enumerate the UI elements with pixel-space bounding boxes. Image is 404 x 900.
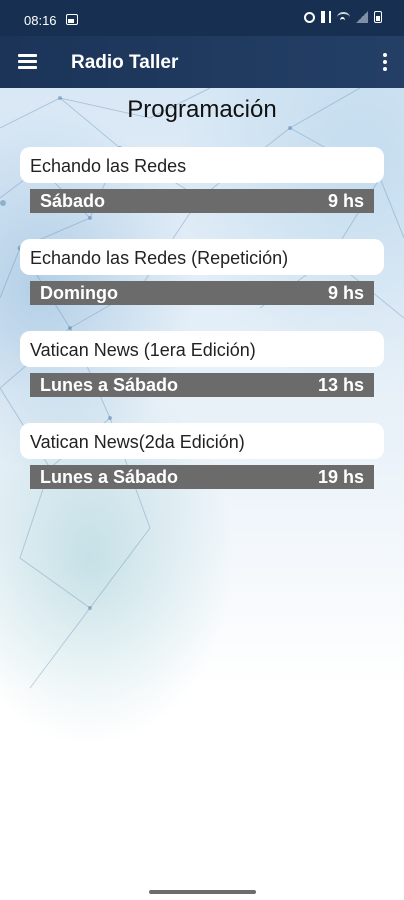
wifi-icon xyxy=(337,11,350,23)
program-hour: 13 hs xyxy=(317,375,364,395)
app-title: Radio Taller xyxy=(71,52,179,73)
more-vert-icon[interactable] xyxy=(380,50,390,74)
program-day: Lunes a Sábado xyxy=(40,467,179,487)
program-schedule-row: Domingo 9 hs xyxy=(30,281,374,305)
program-schedule-row: Sábado 9 hs xyxy=(30,189,374,213)
app-bar: Radio Taller xyxy=(0,36,404,88)
program-name: Echando las Redes (Repetición) xyxy=(20,239,384,275)
program-hour: 9 hs xyxy=(327,283,364,303)
signal-icon xyxy=(356,11,368,23)
program-day: Domingo xyxy=(40,283,118,303)
hamburger-menu-icon[interactable] xyxy=(16,50,40,74)
home-gesture-pill[interactable] xyxy=(149,890,256,894)
program-day: Sábado xyxy=(40,191,106,211)
program-hour: 19 hs xyxy=(317,467,364,487)
program-hour: 9 hs xyxy=(327,191,364,211)
page-title: Programación xyxy=(127,96,277,123)
battery-icon xyxy=(374,11,382,23)
status-icons xyxy=(304,11,382,23)
navigation-bar xyxy=(0,886,404,900)
program-name: Vatican News(2da Edición) xyxy=(20,423,384,459)
schedule-content[interactable]: Programación Echando las Redes Sábado 9 … xyxy=(0,88,404,886)
image-icon xyxy=(66,14,78,25)
program-day: Lunes a Sábado xyxy=(40,375,179,395)
program-schedule-row: Lunes a Sábado 13 hs xyxy=(30,373,374,397)
program-schedule-row: Lunes a Sábado 19 hs xyxy=(30,465,374,489)
program-name: Vatican News (1era Edición) xyxy=(20,331,384,367)
mute-icon xyxy=(321,11,331,23)
status-time: 08:16 xyxy=(24,13,57,28)
status-bar: 08:16 xyxy=(0,0,404,36)
program-name: Echando las Redes xyxy=(20,147,384,183)
alarm-icon xyxy=(304,11,315,23)
